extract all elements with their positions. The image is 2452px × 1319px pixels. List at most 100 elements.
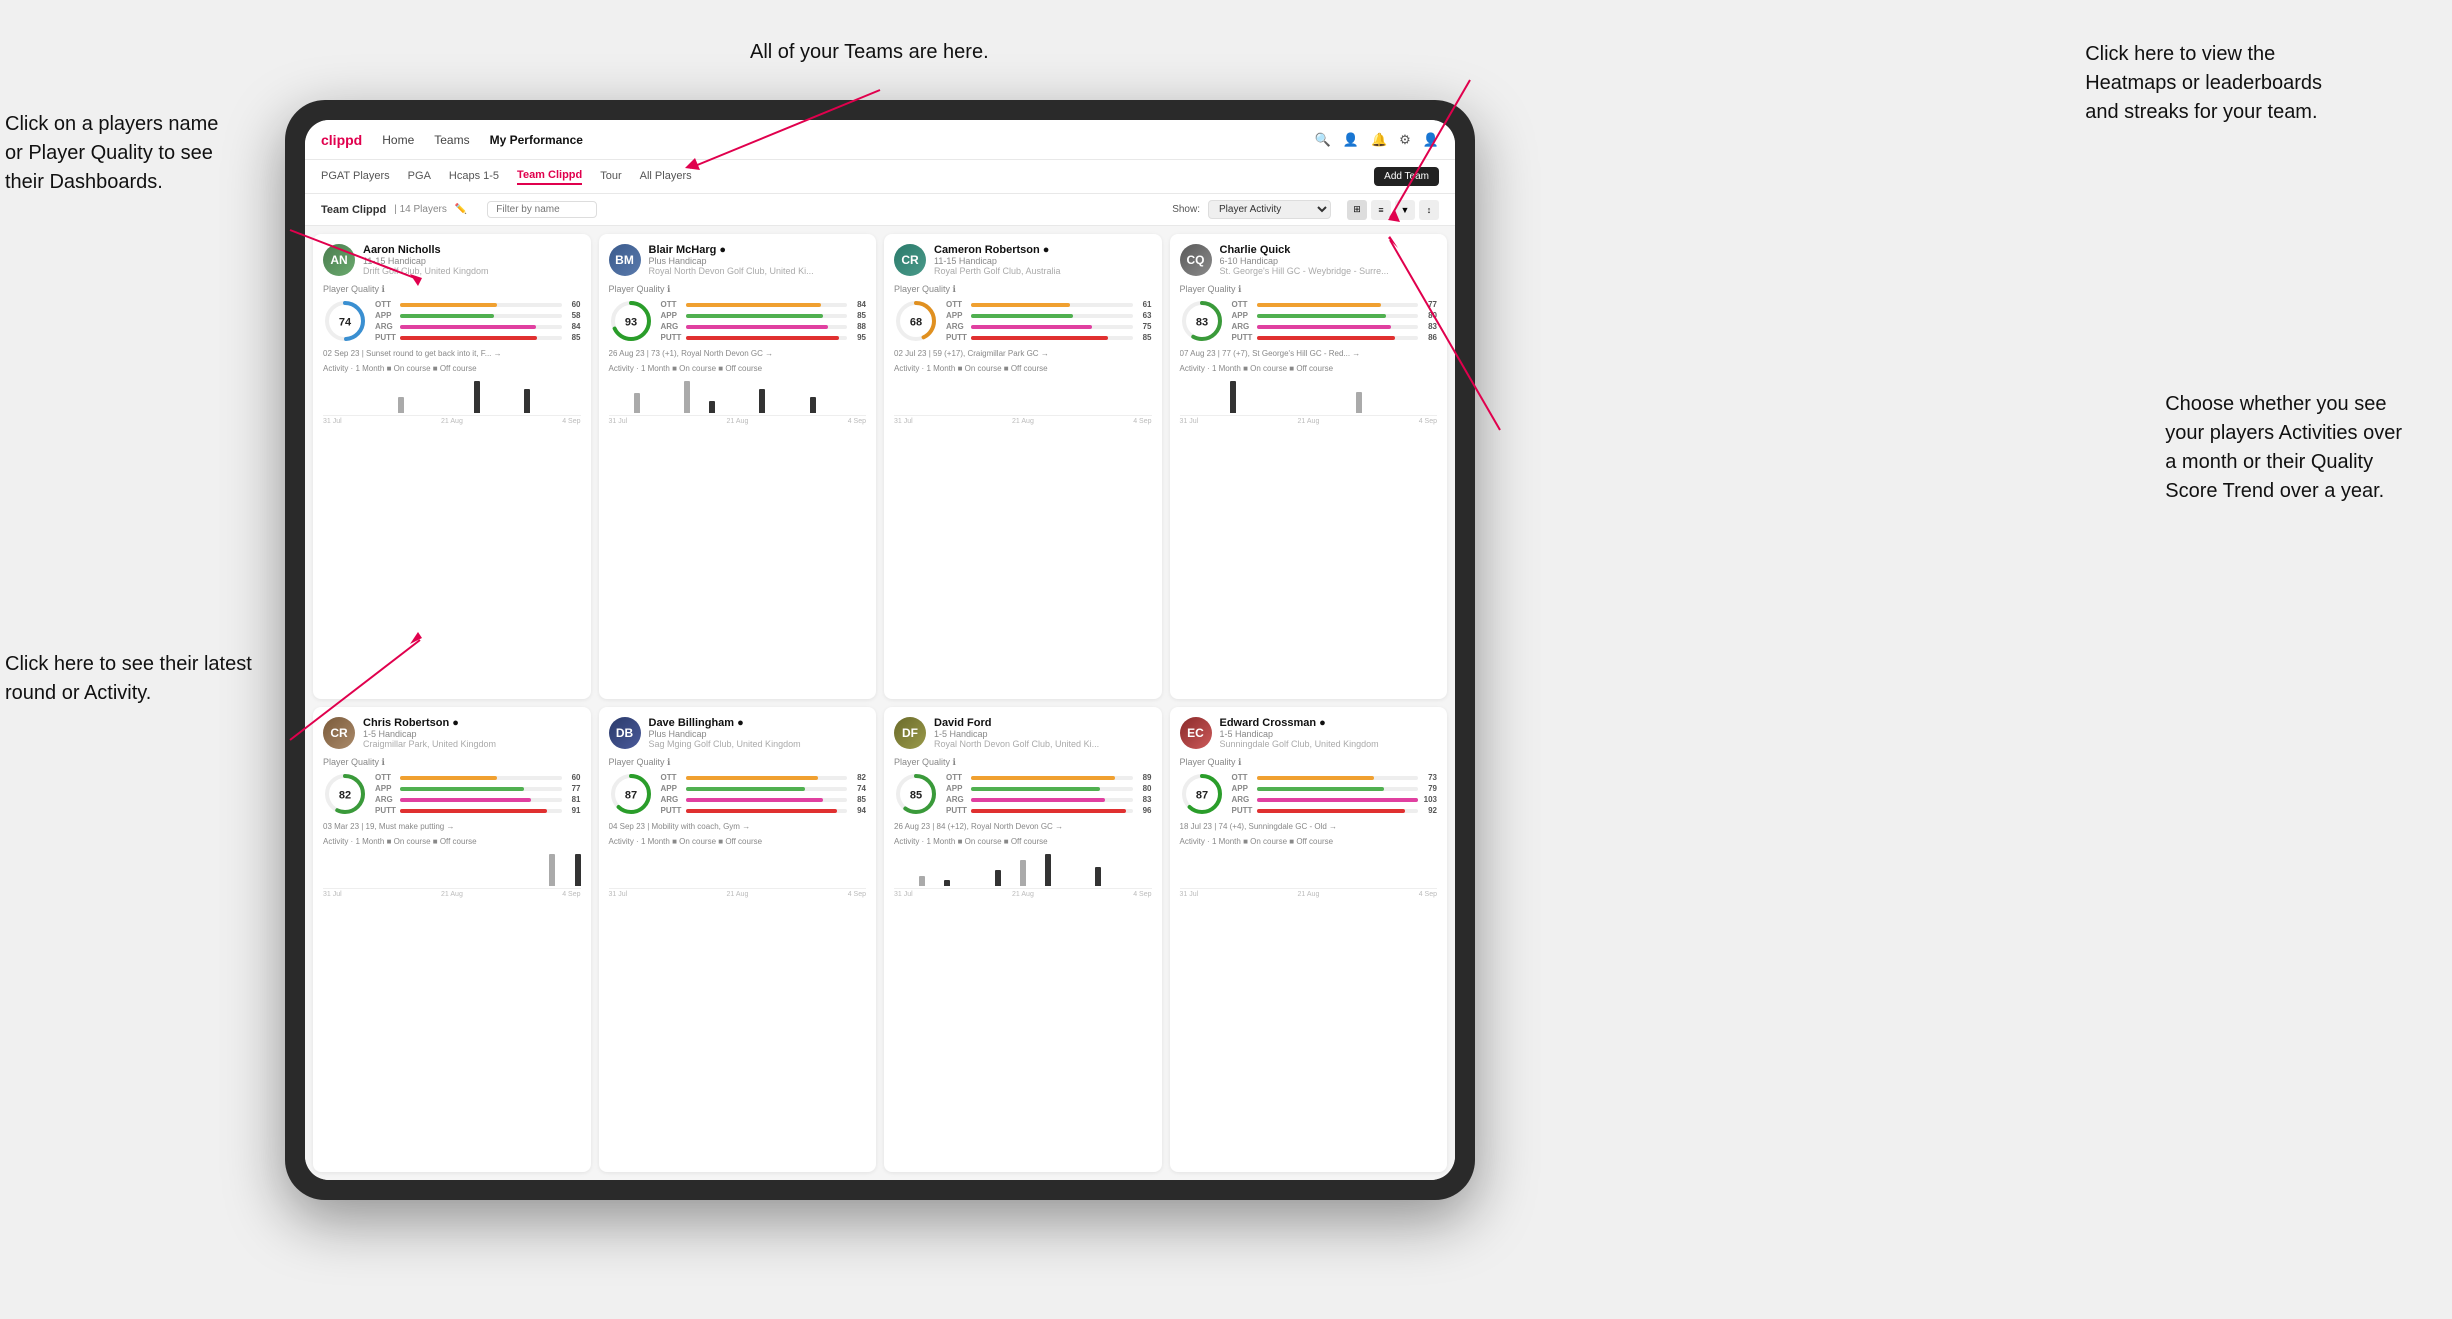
activity-section: Activity · 1 Month ■ On course ■ Off cou… (894, 837, 1152, 898)
view-icons: ⊞ ≡ ▼ ↕ (1347, 200, 1439, 220)
profile-icon[interactable]: 👤 (1343, 132, 1359, 148)
nav-my-performance[interactable]: My Performance (490, 133, 583, 147)
player-name[interactable]: Chris Robertson ● (363, 717, 581, 729)
card-header: DF David Ford 1-5 Handicap Royal North D… (894, 717, 1152, 749)
sort-icon[interactable]: ↕ (1419, 200, 1439, 220)
quality-section: 74 OTT 60 APP 58 ARG 84 PUTT 85 (323, 299, 581, 343)
quality-circle[interactable]: 68 (894, 299, 938, 343)
player-card[interactable]: DB Dave Billingham ● Plus Handicap Sag M… (599, 707, 877, 1172)
activity-section: Activity · 1 Month ■ On course ■ Off cou… (323, 364, 581, 425)
player-handicap: 11-15 Handicap (363, 256, 581, 266)
quality-section: 82 OTT 60 APP 77 ARG 81 PUTT 91 (323, 772, 581, 816)
quality-circle[interactable]: 87 (609, 772, 653, 816)
player-club: Royal North Devon Golf Club, United Ki..… (934, 739, 1152, 749)
last-round[interactable]: 04 Sep 23 | Mobility with coach, Gym → (609, 822, 867, 831)
sub-nav: PGAT Players PGA Hcaps 1-5 Team Clippd T… (305, 160, 1455, 194)
player-card[interactable]: EC Edward Crossman ● 1-5 Handicap Sunnin… (1170, 707, 1448, 1172)
chart-dates: 31 Jul21 Aug4 Sep (1180, 418, 1438, 425)
quality-label: Player Quality ℹ (609, 284, 867, 295)
quality-section: 83 OTT 77 APP 80 ARG 83 PUTT 86 (1180, 299, 1438, 343)
svg-text:68: 68 (910, 317, 922, 329)
quality-circle[interactable]: 74 (323, 299, 367, 343)
team-bar: Team Clippd | 14 Players ✏️ Show: Player… (305, 194, 1455, 226)
stats-col: OTT 89 APP 80 ARG 83 PUTT 96 (946, 773, 1152, 815)
chart-dates: 31 Jul21 Aug4 Sep (894, 418, 1152, 425)
activity-label: Activity · 1 Month ■ On course ■ Off cou… (609, 364, 867, 373)
quality-circle[interactable]: 82 (323, 772, 367, 816)
stats-col: OTT 60 APP 77 ARG 81 PUTT 91 (375, 773, 581, 815)
player-name[interactable]: David Ford (934, 717, 1152, 729)
annotation-left-top: Click on a players nameor Player Quality… (5, 110, 218, 197)
bell-icon[interactable]: 🔔 (1371, 132, 1387, 148)
subnav-hcaps[interactable]: Hcaps 1-5 (449, 170, 499, 184)
quality-circle[interactable]: 85 (894, 772, 938, 816)
player-card[interactable]: CQ Charlie Quick 6-10 Handicap St. Georg… (1170, 234, 1448, 699)
user-avatar-icon[interactable]: 👤 (1423, 132, 1439, 148)
nav-bar: clippd Home Teams My Performance 🔍 👤 🔔 ⚙… (305, 120, 1455, 160)
grid-view-icon[interactable]: ⊞ (1347, 200, 1367, 220)
quality-label: Player Quality ℹ (894, 284, 1152, 295)
subnav-tour[interactable]: Tour (600, 170, 621, 184)
player-club: Royal North Devon Golf Club, United Ki..… (649, 266, 867, 276)
player-card[interactable]: DF David Ford 1-5 Handicap Royal North D… (884, 707, 1162, 1172)
subnav-all-players[interactable]: All Players (640, 170, 692, 184)
player-name[interactable]: Charlie Quick (1220, 244, 1438, 256)
player-card[interactable]: AN Aaron Nicholls 11-15 Handicap Drift G… (313, 234, 591, 699)
player-card[interactable]: CR Chris Robertson ● 1-5 Handicap Craigm… (313, 707, 591, 1172)
quality-circle[interactable]: 83 (1180, 299, 1224, 343)
list-view-icon[interactable]: ≡ (1371, 200, 1391, 220)
subnav-pgat[interactable]: PGAT Players (321, 170, 390, 184)
player-card[interactable]: BM Blair McHarg ● Plus Handicap Royal No… (599, 234, 877, 699)
stats-col: OTT 73 APP 79 ARG 103 PUTT 92 (1232, 773, 1438, 815)
settings-icon[interactable]: ⚙ (1399, 132, 1411, 148)
avatar: CQ (1180, 244, 1212, 276)
show-select[interactable]: Player Activity Quality Score Trend (1208, 200, 1331, 219)
player-name[interactable]: Dave Billingham ● (649, 717, 867, 729)
card-header: DB Dave Billingham ● Plus Handicap Sag M… (609, 717, 867, 749)
chart-dates: 31 Jul21 Aug4 Sep (894, 891, 1152, 898)
quality-label: Player Quality ℹ (609, 757, 867, 768)
player-card[interactable]: CR Cameron Robertson ● 11-15 Handicap Ro… (884, 234, 1162, 699)
last-round[interactable]: 03 Mar 23 | 19, Must make putting → (323, 822, 581, 831)
card-header: EC Edward Crossman ● 1-5 Handicap Sunnin… (1180, 717, 1438, 749)
activity-section: Activity · 1 Month ■ On course ■ Off cou… (609, 837, 867, 898)
team-title: Team Clippd (321, 204, 386, 216)
player-club: St. George's Hill GC - Weybridge - Surre… (1220, 266, 1438, 276)
last-round[interactable]: 26 Aug 23 | 84 (+12), Royal North Devon … (894, 822, 1152, 831)
player-club: Drift Golf Club, United Kingdom (363, 266, 581, 276)
player-name[interactable]: Edward Crossman ● (1220, 717, 1438, 729)
last-round[interactable]: 18 Jul 23 | 74 (+4), Sunningdale GC - Ol… (1180, 822, 1438, 831)
filter-input[interactable] (487, 201, 597, 218)
card-header: AN Aaron Nicholls 11-15 Handicap Drift G… (323, 244, 581, 276)
player-count: | 14 Players (394, 204, 447, 215)
annotation-left-bottom: Click here to see their latestround or A… (5, 650, 252, 708)
avatar: EC (1180, 717, 1212, 749)
annotation-top-center: All of your Teams are here. (750, 38, 989, 67)
subnav-team-clippd[interactable]: Team Clippd (517, 169, 582, 185)
player-name[interactable]: Cameron Robertson ● (934, 244, 1152, 256)
chart-dates: 31 Jul21 Aug4 Sep (323, 891, 581, 898)
quality-section: 87 OTT 73 APP 79 ARG 103 PUTT 92 (1180, 772, 1438, 816)
player-name[interactable]: Aaron Nicholls (363, 244, 581, 256)
last-round[interactable]: 02 Jul 23 | 59 (+17), Craigmillar Park G… (894, 349, 1152, 358)
last-round[interactable]: 26 Aug 23 | 73 (+1), Royal North Devon G… (609, 349, 867, 358)
quality-circle[interactable]: 93 (609, 299, 653, 343)
nav-home[interactable]: Home (382, 133, 414, 147)
search-icon[interactable]: 🔍 (1315, 132, 1331, 148)
add-team-button[interactable]: Add Team (1374, 167, 1439, 186)
player-club: Royal Perth Golf Club, Australia (934, 266, 1152, 276)
quality-label: Player Quality ℹ (323, 757, 581, 768)
subnav-pga[interactable]: PGA (408, 170, 431, 184)
last-round[interactable]: 02 Sep 23 | Sunset round to get back int… (323, 349, 581, 358)
filter-icon[interactable]: ▼ (1395, 200, 1415, 220)
last-round[interactable]: 07 Aug 23 | 77 (+7), St George's Hill GC… (1180, 349, 1438, 358)
svg-text:83: 83 (1195, 317, 1207, 329)
player-name[interactable]: Blair McHarg ● (649, 244, 867, 256)
quality-circle[interactable]: 87 (1180, 772, 1224, 816)
stats-col: OTT 60 APP 58 ARG 84 PUTT 85 (375, 300, 581, 342)
quality-label: Player Quality ℹ (894, 757, 1152, 768)
player-club: Craigmillar Park, United Kingdom (363, 739, 581, 749)
logo: clippd (321, 132, 362, 148)
nav-teams[interactable]: Teams (434, 133, 469, 147)
edit-icon[interactable]: ✏️ (455, 204, 467, 215)
